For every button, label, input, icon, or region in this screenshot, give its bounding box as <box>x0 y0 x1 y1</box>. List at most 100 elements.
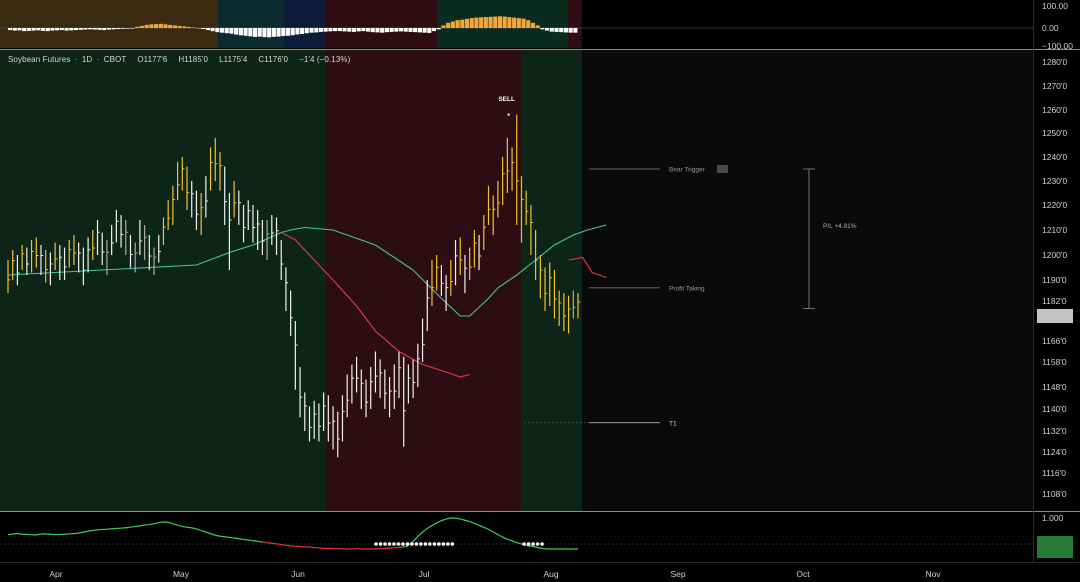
hist-bar <box>474 17 479 28</box>
price-tick-label: 1270'0 <box>1042 81 1068 91</box>
profit-taking-label: Profit Taking <box>669 285 705 292</box>
hist-bar <box>50 28 55 31</box>
hist-bar <box>394 28 399 32</box>
hist-bar <box>559 28 564 33</box>
hist-bar <box>290 28 295 36</box>
hist-bar <box>568 28 573 33</box>
hist-bar <box>187 26 192 28</box>
hist-zone-3 <box>326 0 437 48</box>
price-tick-label: 1158'0 <box>1042 357 1067 367</box>
hist-bar <box>469 18 474 28</box>
hist-bar <box>516 18 521 28</box>
pnl-label: P/L +4.81% <box>823 223 857 230</box>
price-tick-label: 1166'0 <box>1042 336 1067 346</box>
hist-bar <box>446 22 451 28</box>
legend-symbol: Soybean Futures <box>8 55 71 64</box>
hist-bar <box>455 20 460 28</box>
hist-bar <box>497 16 503 28</box>
hist-bar <box>304 28 309 34</box>
hist-bar <box>45 28 50 32</box>
month-tick-label: May <box>173 569 190 579</box>
current-price-marker <box>1037 309 1073 323</box>
hist-bar <box>22 28 27 32</box>
hist-bar <box>530 22 536 28</box>
hist-bar <box>427 28 432 33</box>
hist-bar <box>342 28 347 32</box>
signal-zone-0 <box>0 50 326 511</box>
hist-bar <box>526 20 531 28</box>
osc-signal-dot <box>419 542 423 546</box>
hist-bar <box>201 28 206 30</box>
hist-bar <box>328 28 333 32</box>
hist-bar <box>398 28 404 32</box>
hist-bar <box>69 28 74 31</box>
month-tick-label: Aug <box>543 569 558 579</box>
hist-zone-1 <box>218 0 284 48</box>
hist-bar <box>267 28 272 38</box>
hist-zone-2 <box>284 0 326 48</box>
hist-bar <box>83 28 88 30</box>
hist-bar <box>144 24 149 28</box>
legend-high: H1185'0 <box>178 55 209 64</box>
hist-bar <box>177 25 182 28</box>
month-tick-label: Jul <box>419 569 430 579</box>
osc-signal-dot <box>414 542 419 546</box>
hist-zone-5 <box>568 0 582 48</box>
hist-bar <box>97 28 102 30</box>
hist-bar <box>370 28 375 33</box>
hist-bar <box>281 28 286 37</box>
osc-signal-dot <box>526 542 531 546</box>
hist-bar <box>502 16 507 28</box>
hist-bar <box>479 17 484 28</box>
hist-bar <box>413 28 418 33</box>
legend-close: C1176'0 <box>258 55 289 64</box>
oscillator-panel <box>0 517 1080 563</box>
hist-bar <box>507 17 512 28</box>
hist-zone-0 <box>0 0 218 48</box>
hist-bar <box>422 28 427 33</box>
hist-bar <box>149 24 154 28</box>
hist-bar <box>436 28 441 30</box>
osc-signal-dot <box>378 542 383 546</box>
current-osc-marker <box>1037 536 1073 558</box>
hist-bar <box>318 28 324 32</box>
legend-open: O1177'6 <box>137 55 168 64</box>
oscillator-tick-label: 1.000 <box>1042 513 1064 523</box>
osc-signal-dot <box>383 542 387 546</box>
hist-bar <box>460 19 465 28</box>
hist-bar <box>375 28 380 33</box>
hist-bar <box>121 28 126 29</box>
price-tick-label: 1250'0 <box>1042 128 1068 138</box>
price-tick-label: 1140'0 <box>1042 404 1067 414</box>
hist-bar <box>521 18 526 28</box>
histogram-tick-label: 0.00 <box>1042 23 1059 33</box>
osc-signal-dot <box>392 542 396 546</box>
osc-signal-dot <box>446 542 450 546</box>
hist-bar <box>26 28 31 31</box>
hist-bar <box>88 28 93 30</box>
hist-bar <box>158 23 163 28</box>
hist-bar <box>215 28 220 33</box>
hist-bar <box>361 28 366 32</box>
hist-bar <box>540 28 545 30</box>
folder-icon <box>717 165 728 173</box>
hist-bar <box>102 28 107 31</box>
hist-bar <box>55 28 60 31</box>
hist-bar <box>417 28 422 33</box>
bear-trigger-label: Bear Trigger <box>669 167 706 174</box>
hist-bar <box>92 28 97 30</box>
signal-zone-2 <box>521 50 582 511</box>
future-zone <box>582 50 1033 511</box>
price-tick-label: 1280'0 <box>1042 57 1068 67</box>
hist-bar <box>196 28 201 29</box>
hist-bar <box>224 28 229 34</box>
hist-bar <box>172 25 177 28</box>
hist-bar <box>252 28 258 37</box>
hist-bar <box>229 28 234 34</box>
hist-bar <box>314 28 319 33</box>
hist-bar <box>234 28 239 35</box>
month-tick-label: Sep <box>670 569 685 579</box>
hist-bar <box>31 28 36 31</box>
hist-bar <box>351 28 356 32</box>
legend-low: L1175'4 <box>219 55 248 64</box>
